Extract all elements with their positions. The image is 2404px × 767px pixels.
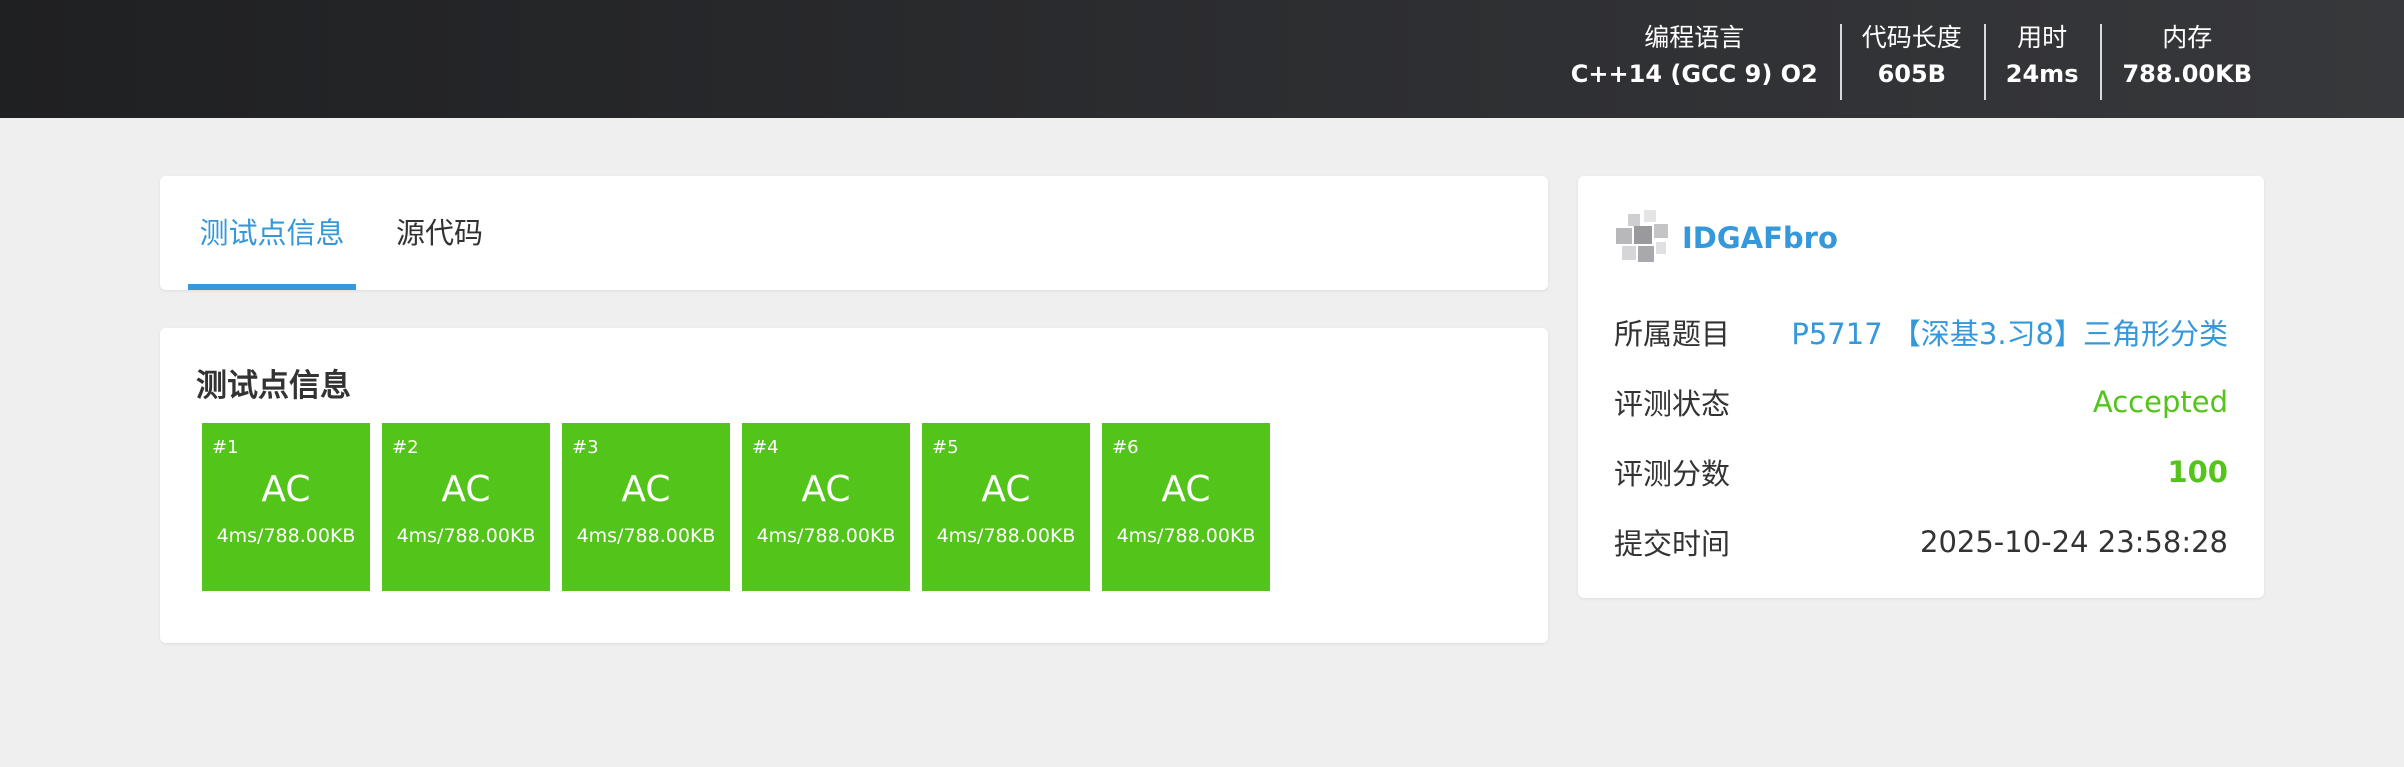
testcase-status: AC xyxy=(801,469,851,510)
testcase-status: AC xyxy=(981,469,1031,510)
testcases-title: 测试点信息 xyxy=(196,368,351,404)
testcase-id: #4 xyxy=(752,437,779,458)
row-submit-time: 提交时间 2025-10-24 23:58:28 xyxy=(1614,512,2228,572)
stat-label: 内存 xyxy=(2162,23,2213,52)
status-label: 评测状态 xyxy=(1614,387,1731,421)
testcase-info: 4ms/788.00KB xyxy=(396,525,536,547)
score-value: 100 xyxy=(2167,455,2228,489)
testcase-status: AC xyxy=(621,469,671,510)
testcase-info: 4ms/788.00KB xyxy=(1116,525,1256,547)
stat-label: 用时 xyxy=(2017,23,2068,52)
status-value: Accepted xyxy=(2092,385,2228,419)
testcase-id: #2 xyxy=(392,437,419,458)
testcase-1[interactable]: #1 AC 4ms/788.00KB xyxy=(202,423,370,591)
stat-value: 605B xyxy=(1877,60,1946,88)
row-problem: 所属题目 P5717 【深基3.习8】三角形分类 xyxy=(1614,302,2228,362)
testcase-6[interactable]: #6 AC 4ms/788.00KB xyxy=(1102,423,1270,591)
testcase-5[interactable]: #5 AC 4ms/788.00KB xyxy=(922,423,1090,591)
user-info: IDGAFbro xyxy=(1614,210,1838,266)
testcase-4[interactable]: #4 AC 4ms/788.00KB xyxy=(742,423,910,591)
header-bar: 编程语言 C++14 (GCC 9) O2 代码长度 605B 用时 24ms … xyxy=(0,0,2404,118)
testcase-list: #1 AC 4ms/788.00KB #2 AC 4ms/788.00KB #3… xyxy=(202,423,1270,591)
stat-code-length: 代码长度 605B xyxy=(1839,23,1984,100)
testcase-status: AC xyxy=(441,469,491,510)
stat-memory: 内存 788.00KB xyxy=(2100,23,2274,100)
testcase-status: AC xyxy=(261,469,311,510)
tabs-card: 测试点信息 源代码 xyxy=(160,176,1548,290)
testcase-2[interactable]: #2 AC 4ms/788.00KB xyxy=(382,423,550,591)
row-status: 评测状态 Accepted xyxy=(1614,372,2228,432)
submit-time-label: 提交时间 xyxy=(1614,527,1731,561)
row-score: 评测分数 100 xyxy=(1614,442,2228,502)
score-label: 评测分数 xyxy=(1614,457,1731,491)
testcase-info: 4ms/788.00KB xyxy=(216,525,356,547)
stat-value: 24ms xyxy=(2005,60,2079,88)
stat-time: 用时 24ms xyxy=(1983,23,2101,100)
problem-link[interactable]: P5717 【深基3.习8】三角形分类 xyxy=(1791,311,2228,353)
stat-language: 编程语言 C++14 (GCC 9) O2 xyxy=(1549,23,1840,92)
testcase-info: 4ms/788.00KB xyxy=(576,525,716,547)
testcase-status: AC xyxy=(1161,469,1211,510)
testcase-info: 4ms/788.00KB xyxy=(756,525,896,547)
stat-value: 788.00KB xyxy=(2122,60,2252,88)
tab-testcases[interactable]: 测试点信息 xyxy=(188,176,356,290)
username-link[interactable]: IDGAFbro xyxy=(1682,221,1838,255)
submission-info-card: IDGAFbro 所属题目 P5717 【深基3.习8】三角形分类 评测状态 A… xyxy=(1578,176,2264,598)
testcase-id: #6 xyxy=(1112,437,1139,458)
stat-label: 编程语言 xyxy=(1644,23,1745,52)
testcase-info: 4ms/788.00KB xyxy=(936,525,1076,547)
testcases-card: 测试点信息 #1 AC 4ms/788.00KB #2 AC 4ms/788.0… xyxy=(160,328,1548,643)
testcase-id: #3 xyxy=(572,437,599,458)
testcase-3[interactable]: #3 AC 4ms/788.00KB xyxy=(562,423,730,591)
testcase-id: #5 xyxy=(932,437,959,458)
tab-source-code[interactable]: 源代码 xyxy=(396,176,483,290)
avatar[interactable] xyxy=(1614,210,1670,266)
submission-stats: 编程语言 C++14 (GCC 9) O2 代码长度 605B 用时 24ms … xyxy=(1549,0,2274,118)
problem-label: 所属题目 xyxy=(1614,317,1731,351)
submit-time-value: 2025-10-24 23:58:28 xyxy=(1920,525,2228,559)
testcase-id: #1 xyxy=(212,437,239,458)
stat-value: C++14 (GCC 9) O2 xyxy=(1570,60,1818,88)
stat-label: 代码长度 xyxy=(1861,23,1962,52)
